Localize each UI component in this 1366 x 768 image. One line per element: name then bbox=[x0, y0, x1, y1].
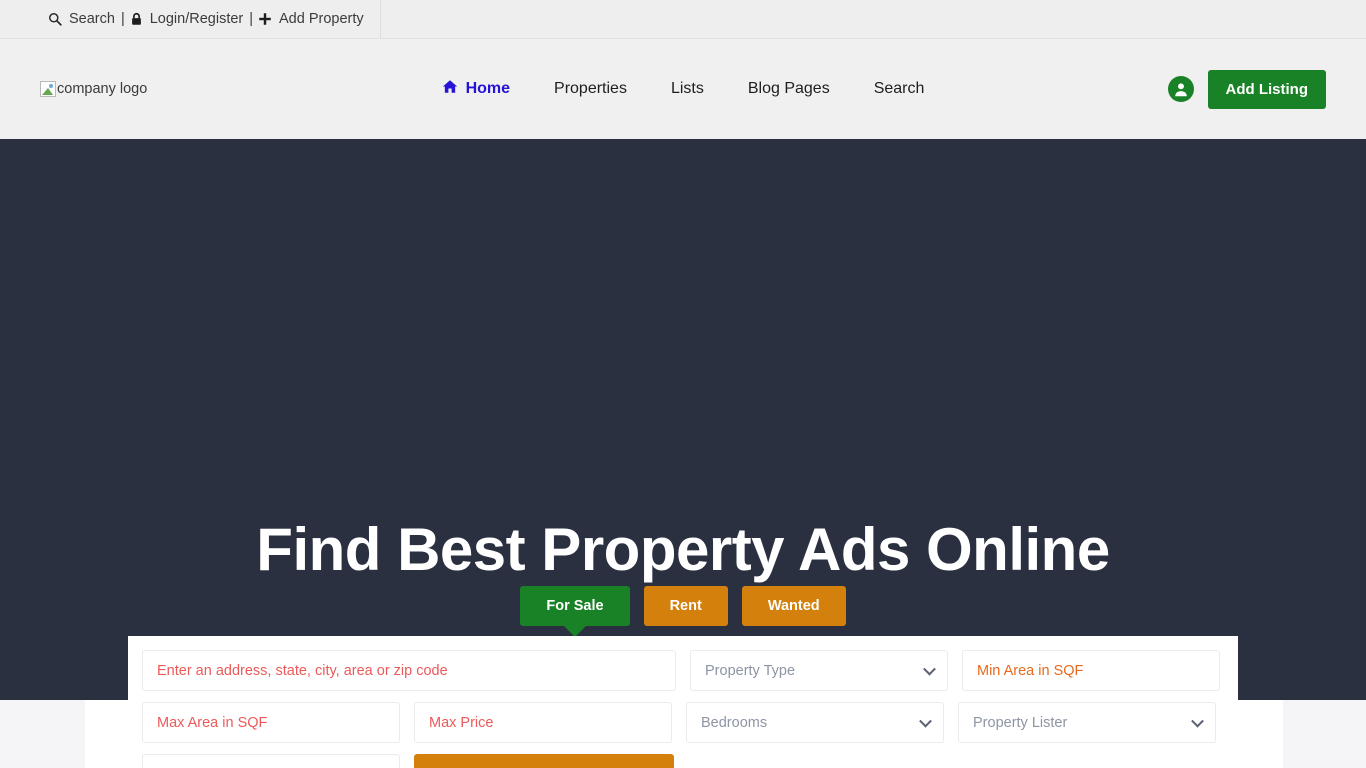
max-area-input[interactable]: Max Area in SQF bbox=[142, 702, 400, 743]
nav-item-properties[interactable]: Properties bbox=[532, 80, 649, 98]
hero-title: Find Best Property Ads Online bbox=[256, 516, 1110, 583]
user-avatar-icon[interactable] bbox=[1167, 76, 1194, 102]
topbar-separator-2: | bbox=[249, 11, 254, 27]
address-input[interactable]: Enter an address, state, city, area or z… bbox=[142, 650, 676, 691]
min-area-input-placeholder: Min Area in SQF bbox=[977, 662, 1084, 679]
home-icon bbox=[442, 79, 458, 99]
lock-icon bbox=[130, 12, 143, 26]
chevron-down-icon bbox=[1191, 714, 1204, 728]
property-type-select[interactable]: Property Type bbox=[690, 650, 948, 691]
max-price-input[interactable]: Max Price bbox=[414, 702, 672, 743]
nav-item-search[interactable]: Search bbox=[852, 80, 947, 98]
min-area-input[interactable]: Min Area in SQF bbox=[962, 650, 1220, 691]
below-fold-left-gutter bbox=[0, 700, 85, 768]
nav-item-blog-pages[interactable]: Blog Pages bbox=[726, 80, 852, 98]
main-navigation: Home Properties Lists Blog Pages Search bbox=[0, 79, 1366, 99]
search-row-2: Max Area in SQF Max Price Bedrooms Prope… bbox=[142, 702, 1224, 743]
plus-icon bbox=[258, 12, 272, 26]
search-row-3: Your Ref Number Search Properties bbox=[142, 754, 1224, 768]
search-properties-button[interactable]: Search Properties bbox=[414, 754, 674, 768]
nav-item-properties-label: Properties bbox=[554, 80, 627, 97]
top-utility-bar: Search | Login/Register | Add Property bbox=[0, 0, 1366, 39]
nav-item-lists[interactable]: Lists bbox=[649, 80, 726, 98]
nav-item-blog-pages-label: Blog Pages bbox=[747, 80, 830, 97]
search-row-1: Enter an address, state, city, area or z… bbox=[142, 650, 1224, 691]
hero-section: Find Best Property Ads Online For Sale R… bbox=[0, 139, 1366, 768]
ref-number-input[interactable]: Your Ref Number bbox=[142, 754, 400, 768]
topbar-login-register-label: Login/Register bbox=[149, 11, 244, 27]
nav-item-search-label: Search bbox=[873, 80, 925, 97]
property-search-panel: Enter an address, state, city, area or z… bbox=[128, 636, 1238, 768]
top-utility-bar-inner: Search | Login/Register | Add Property bbox=[0, 0, 381, 39]
property-lister-select-placeholder: Property Lister bbox=[973, 714, 1068, 731]
max-price-input-placeholder: Max Price bbox=[429, 714, 494, 731]
tab-wanted[interactable]: Wanted bbox=[741, 586, 846, 626]
topbar-add-property-link[interactable]: Add Property bbox=[258, 11, 364, 27]
topbar-search-label: Search bbox=[69, 11, 115, 27]
chevron-down-icon bbox=[919, 714, 932, 728]
below-fold-right-gutter bbox=[1283, 700, 1366, 768]
add-listing-button[interactable]: Add Listing bbox=[1207, 69, 1326, 109]
broken-image-icon bbox=[40, 81, 56, 97]
bedrooms-select[interactable]: Bedrooms bbox=[686, 702, 944, 743]
topbar-separator-1: | bbox=[120, 11, 125, 27]
listing-type-tabs: For Sale Rent Wanted bbox=[0, 586, 1366, 626]
chevron-down-icon bbox=[923, 662, 936, 676]
nav-item-home[interactable]: Home bbox=[420, 79, 532, 99]
nav-item-home-label: Home bbox=[465, 80, 511, 97]
company-logo-alt-text: company logo bbox=[57, 81, 148, 97]
topbar-login-register-link[interactable]: Login/Register bbox=[130, 11, 244, 27]
property-lister-select[interactable]: Property Lister bbox=[958, 702, 1216, 743]
property-type-select-placeholder: Property Type bbox=[705, 662, 796, 679]
nav-item-lists-label: Lists bbox=[670, 80, 704, 97]
site-header: company logo Home Properties Lists Blog … bbox=[0, 39, 1366, 139]
tab-for-sale[interactable]: For Sale bbox=[520, 586, 630, 626]
search-icon bbox=[48, 12, 62, 26]
max-area-input-placeholder: Max Area in SQF bbox=[157, 714, 268, 731]
tab-rent[interactable]: Rent bbox=[643, 586, 728, 626]
bedrooms-select-placeholder: Bedrooms bbox=[701, 714, 768, 731]
topbar-add-property-label: Add Property bbox=[279, 11, 364, 27]
company-logo[interactable]: company logo bbox=[40, 81, 147, 97]
topbar-search-link[interactable]: Search bbox=[48, 11, 115, 27]
address-input-placeholder: Enter an address, state, city, area or z… bbox=[157, 662, 448, 679]
header-actions: Add Listing bbox=[1167, 69, 1326, 109]
